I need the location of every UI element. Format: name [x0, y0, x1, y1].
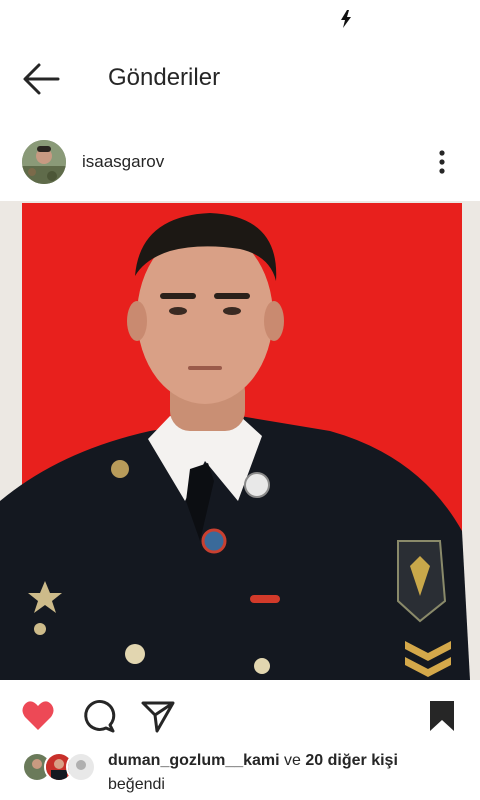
user-avatar[interactable] — [22, 140, 66, 184]
status-bar — [0, 0, 480, 40]
flash-icon — [341, 10, 351, 28]
likes-others[interactable]: 20 diğer kişi — [305, 752, 398, 769]
post-header: isaasgarov — [0, 136, 480, 190]
post-image[interactable] — [0, 201, 480, 680]
liker-username[interactable]: duman_gozlum__kami — [108, 752, 280, 769]
share-send-icon[interactable] — [140, 698, 176, 734]
more-vertical-icon[interactable] — [432, 148, 452, 176]
arrow-left-icon[interactable] — [22, 62, 60, 96]
heart-filled-icon[interactable] — [20, 698, 56, 734]
likes-summary[interactable]: duman_gozlum__kami ve 20 diğer kişi beğe… — [0, 748, 480, 800]
page-title: Gönderiler — [108, 64, 221, 91]
likes-connector: ve — [279, 752, 306, 769]
likes-suffix: beğendi — [108, 776, 165, 793]
comment-icon[interactable] — [80, 698, 116, 734]
liker-avatars — [22, 752, 100, 782]
post-username[interactable]: isaasgarov — [82, 152, 164, 172]
bookmark-filled-icon[interactable] — [424, 698, 460, 734]
liker-avatar — [66, 752, 96, 782]
post-actions-bar — [0, 692, 480, 740]
top-bar: Gönderiler — [0, 40, 480, 118]
likes-line: duman_gozlum__kami ve 20 diğer kişi — [108, 752, 398, 770]
